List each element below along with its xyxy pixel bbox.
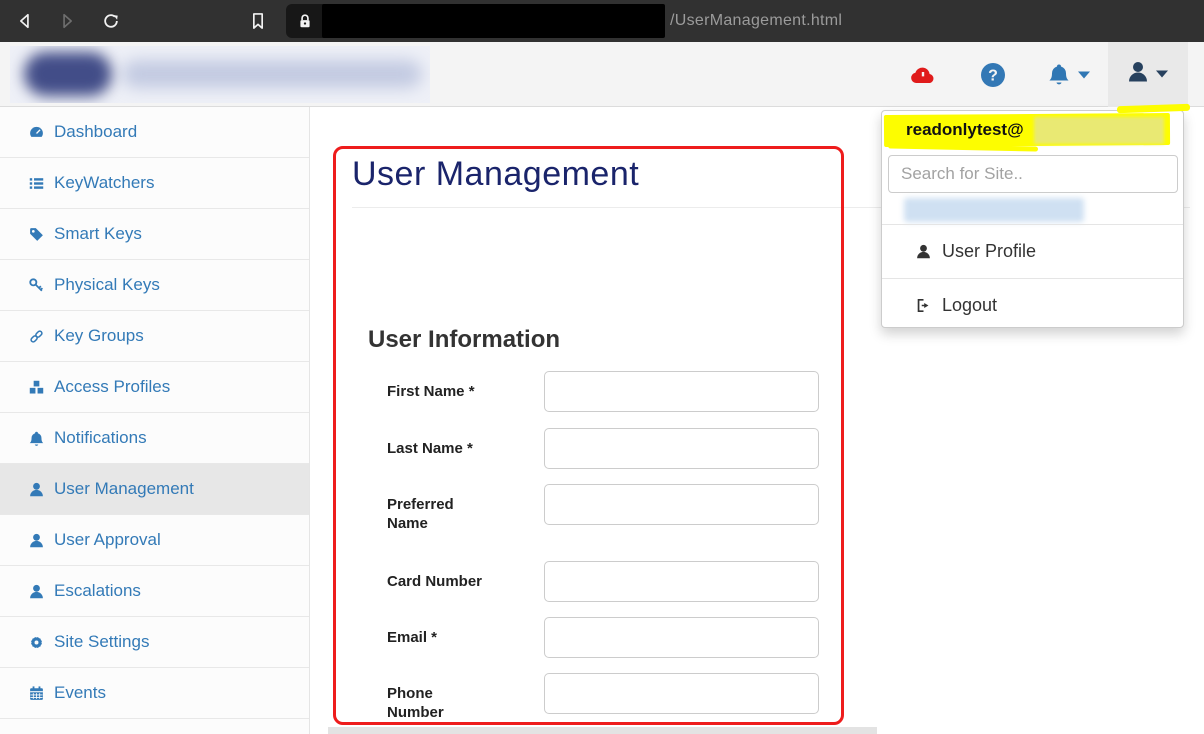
sidebar-item-dashboard[interactable]: Dashboard — [0, 107, 309, 158]
cubes-icon — [25, 378, 47, 396]
key-icon — [25, 276, 47, 294]
bookmark-icon[interactable] — [247, 10, 269, 32]
list-icon — [25, 174, 47, 192]
section-title: User Information — [368, 326, 560, 354]
site-name-redacted[interactable] — [904, 198, 1084, 222]
cloud-download-icon[interactable] — [903, 42, 943, 107]
sidebar-item-key-groups[interactable]: Key Groups — [0, 311, 309, 362]
sidebar-item-keywatchers[interactable]: KeyWatchers — [0, 158, 309, 209]
reload-icon[interactable] — [100, 10, 122, 32]
content-bottom-edge — [328, 727, 877, 734]
user-icon — [25, 480, 47, 498]
account-email-row: readonlytest@ — [882, 111, 1183, 151]
sidebar-item-physical-keys[interactable]: Physical Keys — [0, 260, 309, 311]
sidebar-item-label: Notifications — [54, 428, 147, 448]
account-dropdown-menu: readonlytest@ User Profile Logout — [881, 110, 1184, 328]
card-number-input[interactable] — [544, 561, 819, 602]
card-number-label: Card Number — [387, 561, 491, 591]
chain-icon — [25, 327, 47, 345]
url-redaction — [322, 4, 665, 38]
logo-blur-text — [122, 60, 422, 88]
page-title: User Management — [352, 155, 639, 194]
sidebar-item-label: Access Profiles — [54, 377, 170, 397]
tag-icon — [25, 225, 47, 243]
url-text: /UserManagement.html — [670, 0, 842, 42]
back-icon[interactable] — [14, 10, 36, 32]
forward-icon[interactable] — [56, 10, 78, 32]
help-icon[interactable]: ? — [973, 42, 1013, 107]
email-label: Email * — [387, 617, 491, 647]
last-name-input[interactable] — [544, 428, 819, 469]
site-search-input[interactable] — [888, 155, 1178, 193]
sidebar-item-label: Site Settings — [54, 632, 149, 652]
menu-item-user-profile[interactable]: User Profile — [882, 224, 1183, 278]
user-icon — [25, 582, 47, 600]
sidebar-item-label: User Management — [54, 479, 194, 499]
account-email: readonlytest@ — [906, 120, 1024, 140]
sidebar-item-label: Key Groups — [54, 326, 144, 346]
first-name-input[interactable] — [544, 371, 819, 412]
logo-blur-blob — [24, 52, 112, 96]
sidebar-item-user-management[interactable]: User Management — [0, 464, 309, 515]
first-name-label: First Name * — [387, 371, 491, 401]
sign-out-icon — [911, 297, 935, 314]
sidebar-item-label: Events — [54, 683, 106, 703]
chevron-down-icon — [1155, 66, 1169, 84]
sidebar-item-label: User Approval — [54, 530, 161, 550]
calendar-icon — [25, 684, 47, 702]
gear-icon — [25, 633, 47, 651]
dashboard-icon — [25, 123, 47, 141]
sidebar-nav: Dashboard KeyWatchers Smart Keys Physica… — [0, 107, 310, 734]
preferred-name-input[interactable] — [544, 484, 819, 525]
bell-icon[interactable] — [1042, 42, 1076, 107]
app-header: ? — [0, 42, 1204, 107]
chevron-down-icon[interactable] — [1074, 42, 1094, 107]
sidebar-item-events[interactable]: Events — [0, 668, 309, 719]
sidebar-item-escalations[interactable]: Escalations — [0, 566, 309, 617]
sidebar-item-notifications[interactable]: Notifications — [0, 413, 309, 464]
sidebar-item-user-approval[interactable]: User Approval — [0, 515, 309, 566]
lock-icon — [294, 10, 316, 32]
sidebar-item-label: Smart Keys — [54, 224, 142, 244]
sidebar-item-label: KeyWatchers — [54, 173, 154, 193]
phone-number-input[interactable] — [544, 673, 819, 714]
app-logo — [10, 46, 430, 103]
browser-toolbar: /UserManagement.html — [0, 0, 1204, 42]
menu-item-label: User Profile — [942, 241, 1036, 262]
menu-item-label: Logout — [942, 295, 997, 316]
menu-item-logout[interactable]: Logout — [882, 278, 1183, 332]
email-input[interactable] — [544, 617, 819, 658]
user-icon — [1127, 60, 1149, 89]
last-name-label: Last Name * — [387, 428, 491, 458]
phone-number-label: Phone Number — [387, 673, 491, 722]
sidebar-item-label: Physical Keys — [54, 275, 160, 295]
sidebar-item-label: Dashboard — [54, 122, 137, 142]
user-icon — [911, 243, 935, 260]
sidebar-item-site-settings[interactable]: Site Settings — [0, 617, 309, 668]
user-icon — [25, 531, 47, 549]
bell-icon — [25, 429, 47, 447]
account-menu-button[interactable] — [1108, 42, 1188, 107]
email-domain-redaction — [1034, 117, 1164, 144]
svg-text:?: ? — [988, 67, 998, 84]
sidebar-item-label: Escalations — [54, 581, 141, 601]
preferred-name-label: Preferred Name — [387, 484, 491, 533]
sidebar-item-smart-keys[interactable]: Smart Keys — [0, 209, 309, 260]
sidebar-item-access-profiles[interactable]: Access Profiles — [0, 362, 309, 413]
